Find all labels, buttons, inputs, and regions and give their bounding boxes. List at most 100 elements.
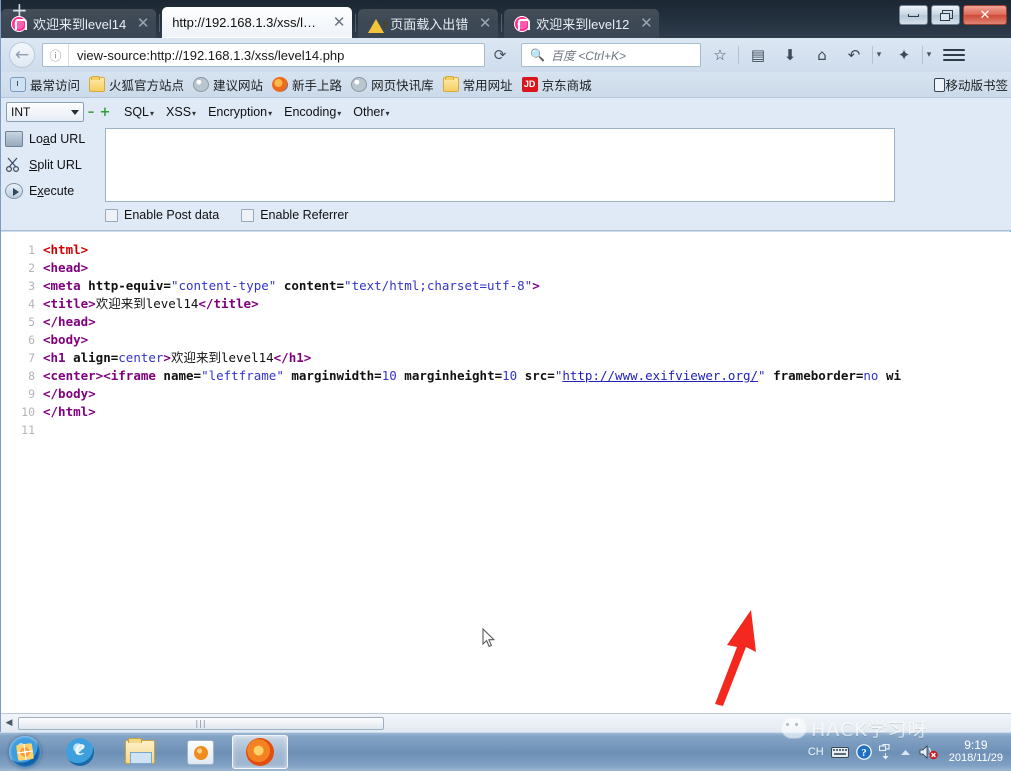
help-icon[interactable]: ?	[855, 744, 872, 760]
bookmark-item[interactable]: 建议网站	[193, 75, 263, 94]
tab-strip: 欢迎来到level14✕http://192.168.1.3/xss/level…	[1, 4, 660, 38]
source-line: 11	[1, 421, 1011, 439]
keyboard-icon[interactable]	[830, 746, 849, 758]
menu-sql[interactable]: SQL▾	[124, 105, 154, 119]
bookmark-item[interactable]: 火狐官方站点	[89, 75, 184, 94]
browser-tab[interactable]: 欢迎来到level12 ✕	[504, 9, 660, 38]
clock[interactable]: 9:19 2018/11/29	[949, 739, 1003, 765]
taskbar-item-internet-explorer[interactable]	[52, 735, 108, 769]
chevron-down-icon: ▾	[150, 109, 155, 118]
bookmark-star-icon[interactable]: ☆	[707, 42, 733, 68]
back-button[interactable]: ←	[9, 42, 35, 68]
ime-indicator[interactable]: CH	[808, 746, 824, 758]
line-number: 8	[28, 369, 35, 383]
bookmark-item[interactable]: 网页快讯库	[351, 75, 434, 94]
scroll-left-button[interactable]: ◀	[1, 718, 17, 728]
type-select-value: INT	[11, 105, 31, 119]
pink-flower-icon	[514, 15, 531, 32]
chevron-down-icon[interactable]: ▾	[873, 50, 885, 60]
minimize-button[interactable]	[899, 5, 928, 25]
load-url-icon	[5, 131, 23, 147]
reload-button[interactable]: ⟳	[487, 43, 513, 67]
firefox-icon	[272, 77, 289, 92]
menu-encryption[interactable]: Encryption▾	[208, 105, 272, 119]
menu-encryption-label: Encryption	[208, 105, 268, 119]
tab-separator	[159, 14, 161, 32]
source-token: http-equiv=	[80, 278, 171, 293]
source-token: align=	[65, 350, 119, 365]
search-icon: 🔍	[530, 48, 545, 62]
tab-close-icon[interactable]: ✕	[136, 15, 150, 31]
checkbox-box[interactable]	[105, 208, 118, 222]
checkbox-box[interactable]	[241, 208, 255, 222]
site-info-icon[interactable]: ⓘ	[43, 44, 69, 66]
tab-close-icon[interactable]: ✕	[332, 14, 346, 30]
scissors-icon	[5, 157, 20, 173]
history-back-icon[interactable]: ↶	[841, 42, 867, 68]
hamburger-menu-button[interactable]	[943, 49, 965, 61]
browser-tab[interactable]: 页面载入出错 ✕	[358, 9, 499, 38]
tab-close-icon[interactable]: ✕	[478, 15, 492, 31]
split-url-label: Split URL	[29, 158, 82, 172]
split-url-button[interactable]: Split URL	[5, 152, 101, 178]
url-textarea[interactable]	[105, 128, 895, 202]
bookmark-item[interactable]: 常用网址	[442, 75, 513, 94]
source-line: 2 <head>	[1, 259, 1011, 277]
remove-button[interactable]: –	[84, 105, 98, 120]
source-line: 8 <center><iframe name="leftframe" margin…	[1, 367, 1011, 385]
bookmark-label: 京东商城	[541, 79, 592, 93]
source-line: 10 </html>	[1, 403, 1011, 421]
load-url-button[interactable]: Load URL	[5, 126, 101, 152]
start-button[interactable]	[2, 733, 48, 771]
chevron-down-icon[interactable]: ▾	[923, 50, 935, 60]
url-bar[interactable]: ⓘ view-source:http://192.168.1.3/xss/lev…	[42, 43, 485, 67]
bookmark-item[interactable]: 最常访问	[10, 75, 80, 94]
source-line: 1 <html>	[1, 241, 1011, 259]
enable-post-data-checkbox[interactable]: Enable Post data	[105, 208, 219, 222]
network-glyph	[878, 744, 890, 760]
browser-tab[interactable]: 欢迎来到level14 ✕	[1, 9, 157, 38]
menu-encoding-label: Encoding	[284, 105, 337, 119]
menu-encoding[interactable]: Encoding▾	[284, 105, 341, 119]
show-hidden-icons-button[interactable]	[899, 748, 912, 757]
tab-close-icon[interactable]: ✕	[639, 15, 653, 31]
search-bar[interactable]: 🔍 百度 <Ctrl+K>	[521, 43, 701, 67]
bookmark-item[interactable]: 新手上路	[272, 75, 342, 94]
close-button[interactable]: ✕	[963, 5, 1007, 25]
url-text[interactable]: view-source:http://192.168.1.3/xss/level…	[69, 48, 484, 63]
enable-referrer-checkbox[interactable]: Enable Referrer	[241, 208, 348, 222]
execute-button[interactable]: Execute	[5, 178, 101, 204]
mobile-bookmarks-item[interactable]: 移动版书签	[934, 75, 1008, 94]
home-icon[interactable]: ⌂	[809, 42, 835, 68]
volume-glyph	[919, 745, 938, 760]
add-button[interactable]: +	[98, 105, 112, 120]
menu-xss[interactable]: XSS▾	[166, 105, 196, 119]
taskbar-item-windows-explorer[interactable]	[112, 735, 168, 769]
network-icon[interactable]	[878, 744, 892, 760]
search-input[interactable]: 百度 <Ctrl+K>	[551, 47, 626, 64]
menu-other[interactable]: Other▾	[353, 105, 389, 119]
taskbar-item-media-player[interactable]	[172, 735, 228, 769]
bookmark-label: 常用网址	[462, 79, 513, 93]
type-select[interactable]: INT	[6, 102, 84, 122]
maximize-button[interactable]	[931, 5, 960, 25]
browser-tab[interactable]: http://192.168.1.3/xss/level1... ✕	[162, 7, 353, 38]
svg-text:?: ?	[861, 747, 867, 759]
scrollbar-thumb[interactable]: |||	[18, 716, 384, 730]
source-link[interactable]: http://www.exifviewer.org/	[562, 368, 758, 383]
bookmark-item[interactable]: JD 京东商城	[521, 75, 592, 94]
volume-muted-icon[interactable]	[919, 744, 939, 760]
maximize-icon	[939, 10, 953, 21]
taskbar-item-firefox[interactable]	[232, 735, 288, 769]
globe-icon	[351, 77, 368, 92]
downloads-icon[interactable]: ⬇	[777, 42, 803, 68]
chevron-up-icon	[900, 749, 910, 755]
reading-list-icon[interactable]: ▤	[745, 42, 771, 68]
view-source-content[interactable]: 1 <html> 2 <head> 3 <meta http-equiv="content…	[1, 232, 1011, 713]
source-token: level14	[220, 350, 274, 365]
navigation-toolbar: ← ⓘ view-source:http://192.168.1.3/xss/l…	[1, 38, 1011, 72]
minimize-icon	[908, 13, 919, 17]
back-arrow-icon: ←	[14, 45, 30, 65]
addon-icon[interactable]: ✦	[891, 42, 917, 68]
most-visited-icon	[10, 77, 26, 92]
